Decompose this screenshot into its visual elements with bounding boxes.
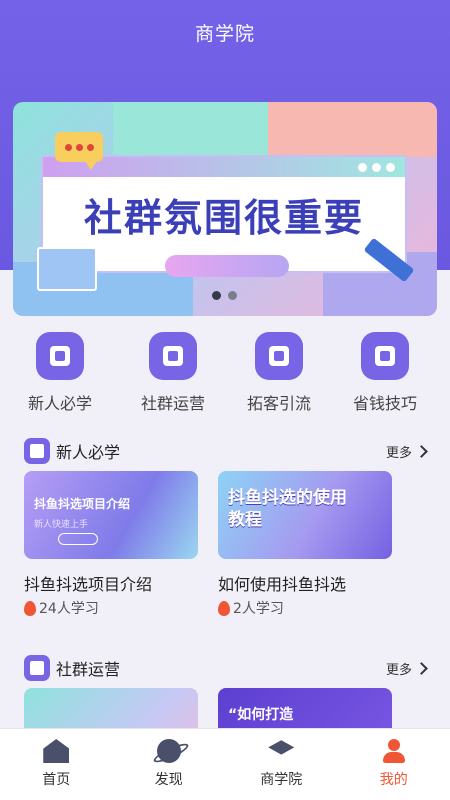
course-title: 抖鱼抖选项目介绍	[24, 575, 153, 594]
banner-pill-decor	[165, 255, 289, 277]
quick-link-saving[interactable]: 省钱技巧	[332, 332, 438, 414]
thumbnail-text: 抖鱼抖选的使用教程	[228, 488, 347, 530]
chevron-right-icon	[415, 661, 428, 675]
course-thumbnail: 抖鱼抖选的使用教程	[218, 471, 392, 559]
banner-decor-block	[113, 102, 273, 162]
section-header-community: 社群运营 更多	[24, 653, 428, 683]
cursor-window-icon	[37, 247, 97, 291]
carousel-dot-active[interactable]	[212, 291, 221, 300]
bottom-tab-bar: 首页 发现 商学院 我的	[0, 728, 450, 800]
graduation-cap-icon	[268, 740, 295, 755]
tab-home[interactable]: 首页	[0, 729, 113, 800]
course-card[interactable]: 抖鱼抖选项目介绍 新人快速上手 抖鱼抖选项目介绍 24人学习	[24, 471, 198, 618]
home-icon	[43, 739, 70, 763]
thumbnail-button-decor	[58, 533, 98, 545]
quick-link-label: 省钱技巧	[352, 394, 417, 413]
more-label: 更多	[385, 662, 412, 678]
banner-headline: 社群氛围很重要	[83, 196, 364, 240]
course-title: 如何使用抖鱼抖选	[218, 575, 347, 594]
learner-count: 24人学习	[39, 601, 99, 617]
tab-label: 我的	[379, 772, 408, 788]
tab-label: 首页	[42, 772, 71, 788]
carousel-dots	[212, 291, 237, 300]
course-meta: 24人学习	[24, 598, 198, 618]
title-bar: 商学院	[0, 0, 450, 64]
tab-discover[interactable]: 发现	[113, 729, 226, 800]
more-link[interactable]: 更多	[385, 659, 428, 678]
chat-bubble-icon	[55, 132, 103, 170]
more-label: 更多	[385, 445, 412, 461]
banner-carousel[interactable]: 社群氛围很重要	[13, 102, 437, 316]
thumbnail-text: 抖鱼抖选项目介绍	[34, 497, 131, 511]
document-icon	[149, 332, 197, 380]
course-meta: 2人学习	[218, 598, 392, 618]
course-thumbnail: 抖鱼抖选项目介绍 新人快速上手	[24, 471, 198, 559]
tab-label: 发现	[154, 772, 183, 788]
quick-link-community[interactable]: 社群运营	[120, 332, 226, 414]
user-icon	[381, 739, 407, 763]
document-icon	[24, 655, 50, 681]
tab-academy[interactable]: 商学院	[225, 729, 338, 800]
chevron-right-icon	[415, 444, 428, 458]
quick-link-acquisition[interactable]: 拓客引流	[226, 332, 332, 414]
user-card-icon	[255, 332, 303, 380]
section-title: 社群运营	[56, 660, 121, 679]
quick-link-newbie[interactable]: 新人必学	[0, 332, 120, 414]
course-card[interactable]: 抖鱼抖选的使用教程 如何使用抖鱼抖选 2人学习	[218, 471, 392, 618]
flame-icon	[24, 600, 36, 616]
banner-decor-block	[268, 102, 437, 157]
tab-mine[interactable]: 我的	[338, 729, 450, 800]
carousel-dot[interactable]	[228, 291, 237, 300]
quick-link-label: 社群运营	[140, 394, 205, 413]
quick-links: 新人必学 社群运营 拓客引流 省钱技巧	[0, 332, 450, 414]
book-icon	[24, 438, 50, 464]
flame-icon	[218, 600, 230, 616]
book-icon	[36, 332, 84, 380]
more-link[interactable]: 更多	[385, 442, 428, 461]
course-cards-newbie: 抖鱼抖选项目介绍 新人快速上手 抖鱼抖选项目介绍 24人学习 抖鱼抖选的使用教程…	[24, 471, 426, 618]
section-header-newbie: 新人必学 更多	[24, 436, 428, 466]
money-bag-icon	[361, 332, 409, 380]
tab-label: 商学院	[260, 772, 303, 788]
section-title: 新人必学	[56, 443, 121, 462]
learner-count: 2人学习	[233, 601, 284, 617]
thumbnail-subtext: 新人快速上手	[34, 520, 89, 530]
quick-link-label: 新人必学	[27, 394, 92, 413]
planet-icon	[156, 739, 181, 763]
page-title: 商学院	[194, 22, 255, 45]
thumbnail-text: “如何打造	[228, 707, 294, 723]
quick-link-label: 拓客引流	[246, 394, 311, 413]
